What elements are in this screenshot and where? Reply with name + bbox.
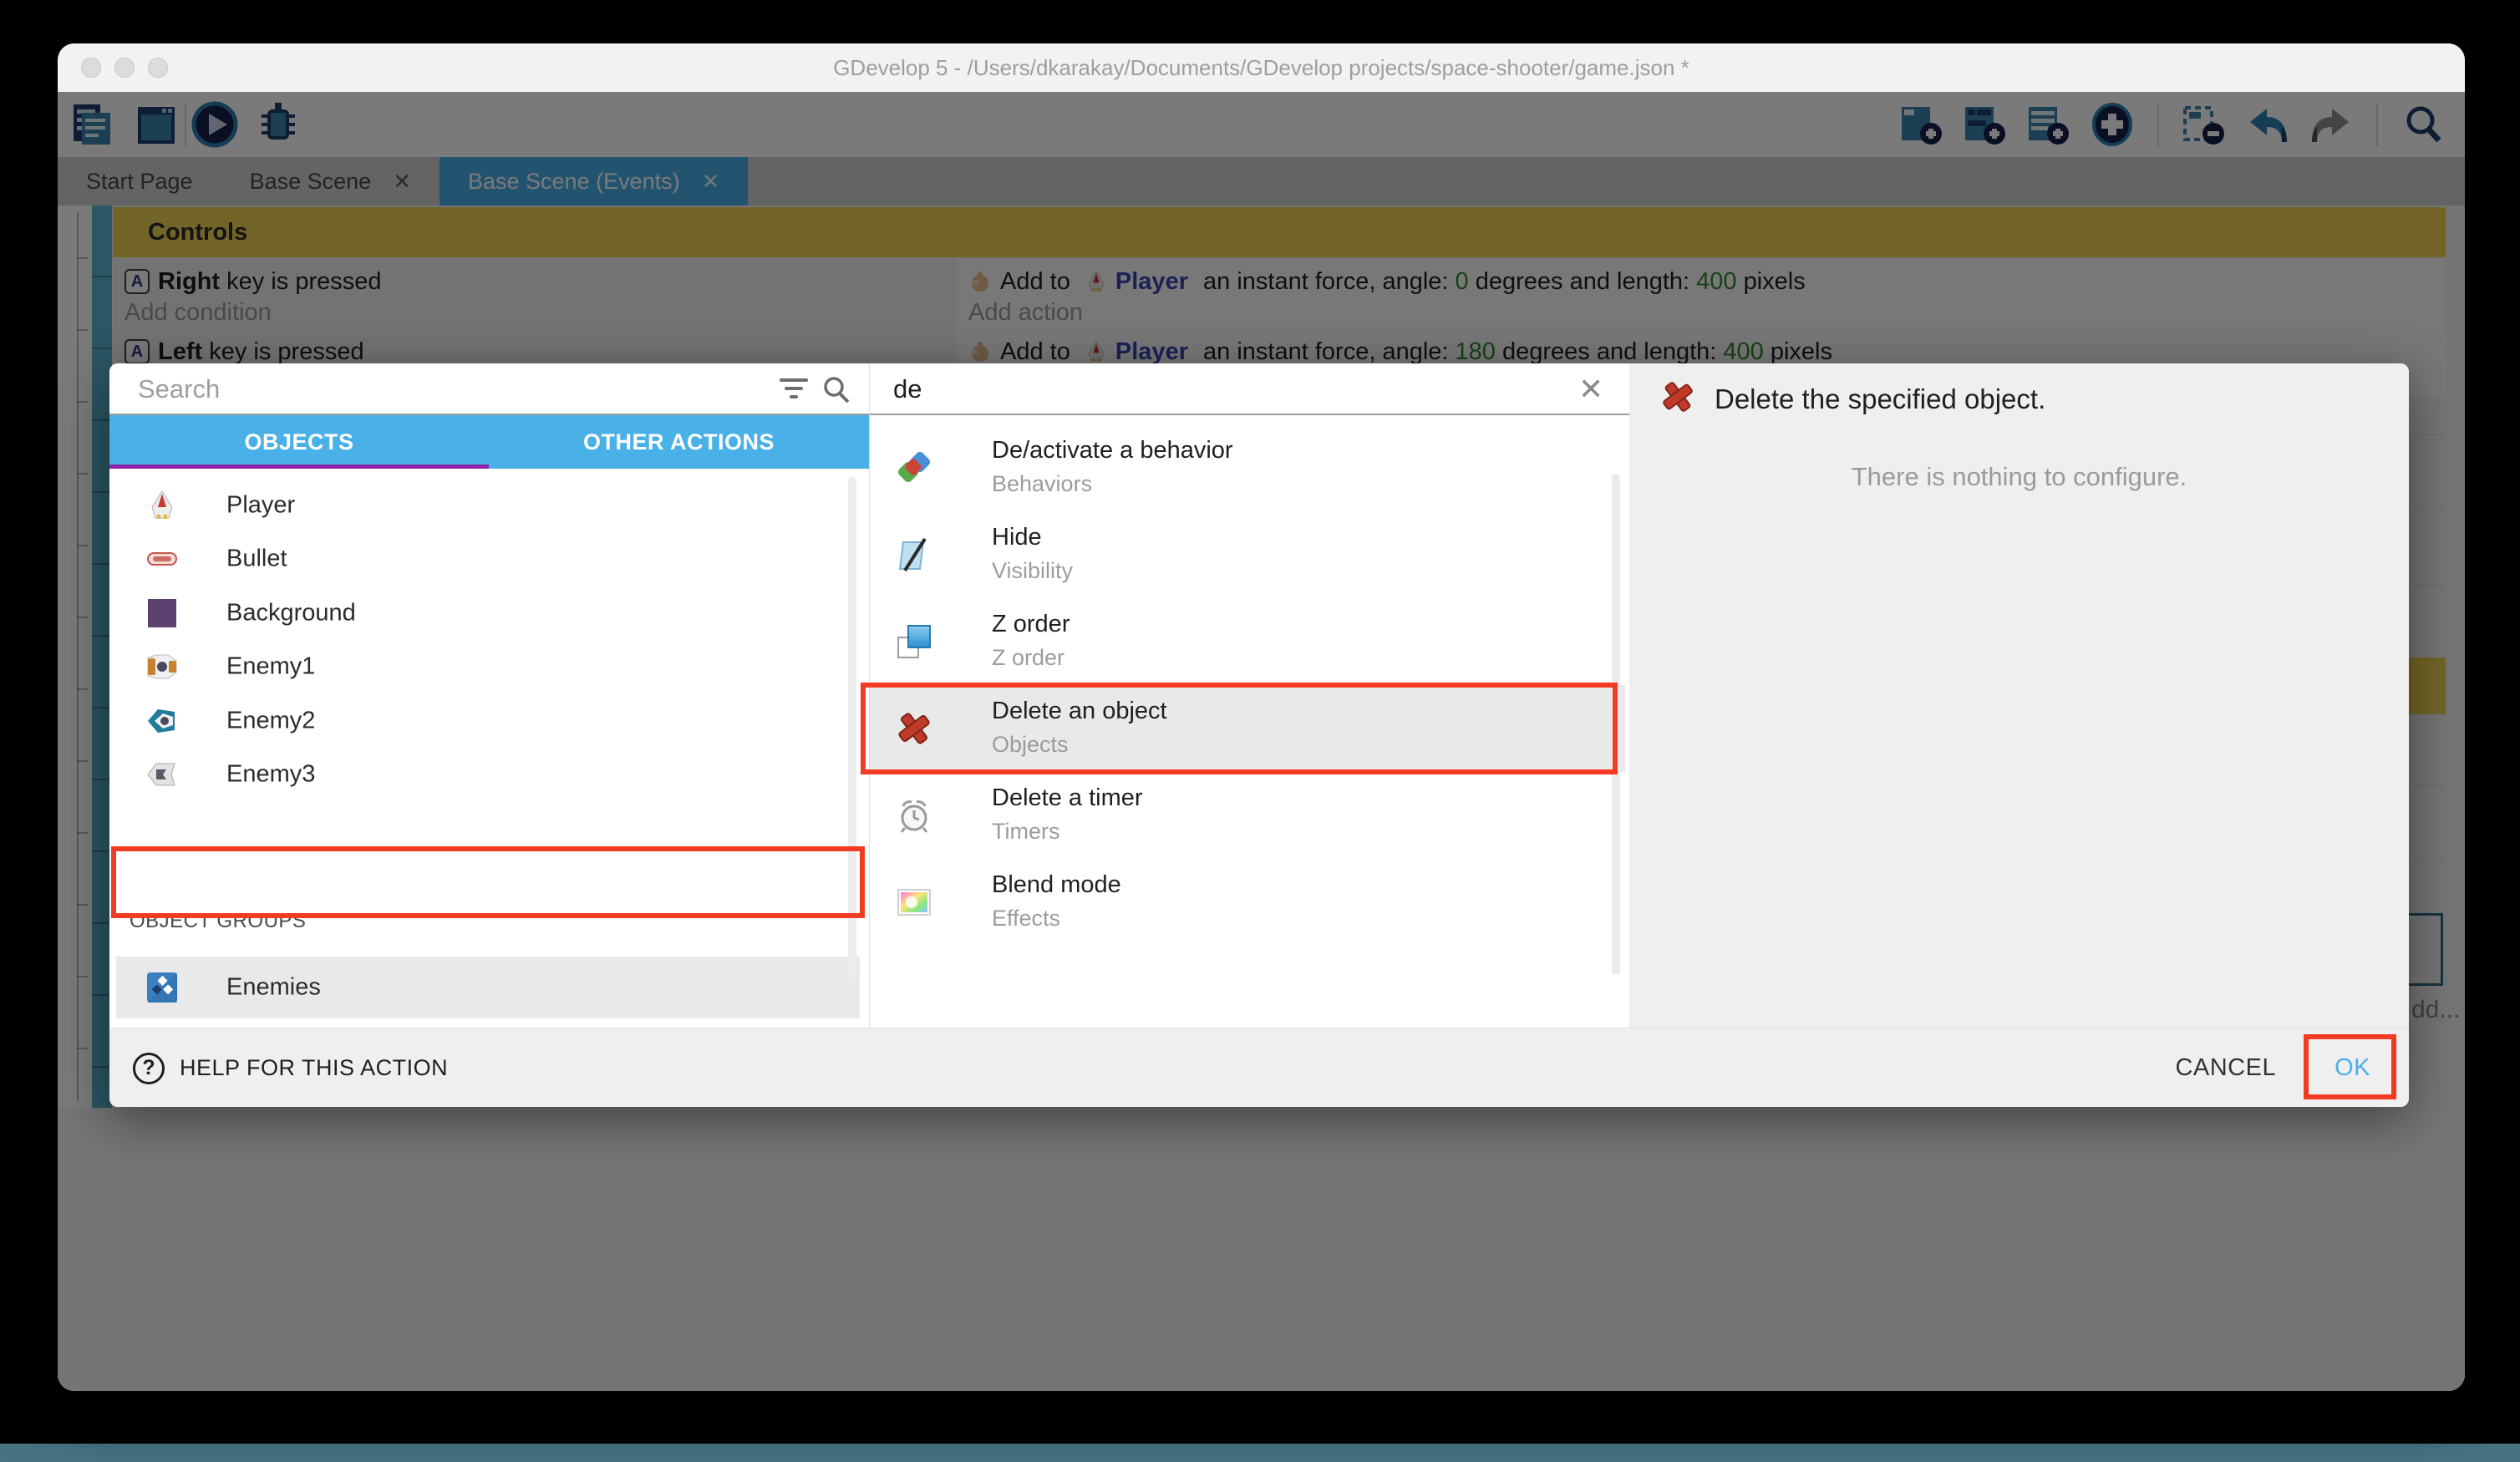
action-row-z-order[interactable]: Z order Z order <box>870 598 1625 685</box>
clear-search-icon[interactable]: ✕ <box>1578 363 1603 415</box>
help-icon: ? <box>133 1053 165 1084</box>
action-category: Timers <box>992 819 1060 845</box>
dialog-tabbar: OBJECTS OTHER ACTIONS <box>109 415 869 469</box>
object-row-bullet[interactable]: Bullet <box>109 532 869 586</box>
tab-objects[interactable]: OBJECTS <box>109 415 489 469</box>
object-row-background[interactable]: Background <box>109 586 869 640</box>
action-title: Blend mode <box>992 871 1121 899</box>
group-row-enemies[interactable]: Enemies <box>116 957 860 1018</box>
delete-action-icon <box>1659 378 1696 419</box>
window-title: GDevelop 5 - /Users/dkarakay/Documents/G… <box>58 43 2465 92</box>
action-title: Hide <box>992 524 1042 551</box>
action-title: De/activate a behavior <box>992 437 1233 464</box>
object-row-enemy2[interactable]: Enemy2 <box>109 694 869 748</box>
action-editor-dialog: Search de ✕ OBJECTS OTHER ACTIONS <box>109 363 2409 1107</box>
bullet-icon <box>146 543 178 575</box>
background-icon <box>146 597 178 629</box>
group-label: Enemies <box>226 974 321 1002</box>
object-label: Bullet <box>226 546 287 573</box>
action-category: Behaviors <box>992 471 1092 497</box>
action-title: Delete a timer <box>992 784 1143 812</box>
desktop-bottom-strip <box>0 1444 2520 1462</box>
action-category: Z order <box>992 645 1064 671</box>
action-category: Effects <box>992 906 1060 932</box>
help-label: HELP FOR THIS ACTION <box>180 1055 448 1081</box>
gdevelop-window: GDevelop 5 - /Users/dkarakay/Documents/G… <box>58 43 2465 1391</box>
tab-other-actions[interactable]: OTHER ACTIONS <box>489 415 869 469</box>
objects-search-input[interactable]: Search <box>138 363 220 415</box>
blend-mode-icon <box>895 883 933 921</box>
objects-list: Player Bullet Background Enemy1 Enemy2 <box>109 469 869 1028</box>
search-icon <box>821 375 851 409</box>
actions-search-input[interactable]: de <box>893 363 922 415</box>
action-title: Z order <box>992 611 1069 638</box>
action-description: Delete the specified object. <box>1715 383 2045 415</box>
action-row-blend-mode[interactable]: Blend mode Effects <box>870 859 1625 946</box>
object-label: Enemy2 <box>226 708 315 735</box>
object-row-enemy3[interactable]: Enemy3 <box>109 748 869 801</box>
action-row-hide[interactable]: Hide Visibility <box>870 511 1625 598</box>
player-icon <box>146 490 178 521</box>
object-label: Enemy1 <box>226 653 315 681</box>
nothing-to-configure-text: There is nothing to configure. <box>1629 462 2409 492</box>
screenshot: GDevelop 5 - /Users/dkarakay/Documents/G… <box>0 0 2520 1462</box>
action-category: Visibility <box>992 558 1073 584</box>
enemy1-icon <box>146 651 178 683</box>
dialog-footer: ? HELP FOR THIS ACTION CANCEL OK <box>109 1028 2409 1107</box>
enemies-group-icon <box>146 972 178 1003</box>
timer-icon <box>895 796 933 835</box>
titlebar: GDevelop 5 - /Users/dkarakay/Documents/G… <box>58 43 2465 93</box>
object-label: Player <box>226 492 295 520</box>
hide-icon <box>895 536 933 574</box>
object-label: Enemy3 <box>226 761 315 789</box>
help-button[interactable]: ? HELP FOR THIS ACTION <box>133 1028 448 1107</box>
annotation-delete-object-box <box>861 683 1618 774</box>
action-row-deactivate-behavior[interactable]: De/activate a behavior Behaviors <box>870 424 1625 511</box>
action-detail-pane: Delete the specified object. There is no… <box>1629 363 2409 1028</box>
enemy2-icon <box>146 705 178 737</box>
cancel-button[interactable]: CANCEL <box>2175 1054 2276 1082</box>
object-row-player[interactable]: Player <box>109 479 869 532</box>
filter-icon[interactable] <box>778 375 810 404</box>
action-row-delete-timer[interactable]: Delete a timer Timers <box>870 772 1625 859</box>
z-order-icon <box>895 622 933 661</box>
object-label: Background <box>226 600 356 627</box>
annotation-enemies-box <box>111 846 865 918</box>
enemy3-icon <box>146 759 178 790</box>
annotation-ok-box <box>2304 1034 2396 1099</box>
object-row-enemy1[interactable]: Enemy1 <box>109 640 869 693</box>
behavior-icon <box>895 449 933 487</box>
